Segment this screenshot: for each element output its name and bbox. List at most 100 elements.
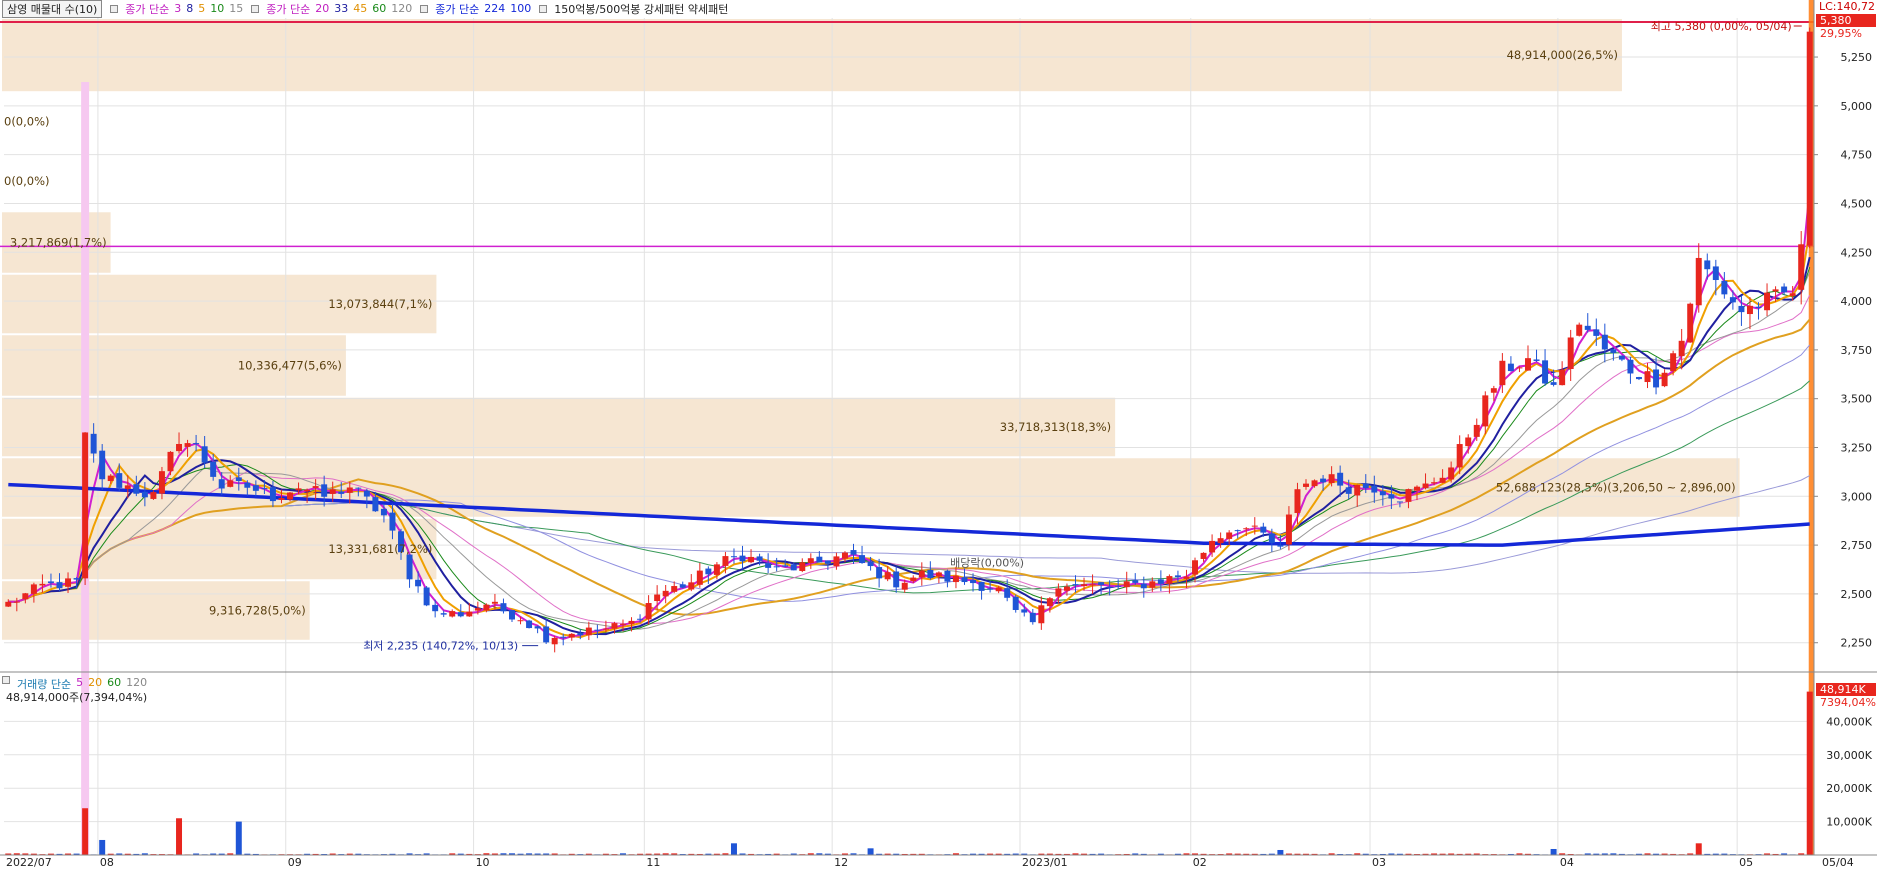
ma1-period-4: 15 — [229, 2, 244, 15]
candle-body — [457, 612, 464, 617]
candle-body — [65, 578, 72, 587]
candle-185 — [1584, 313, 1591, 333]
candle-body — [713, 564, 720, 575]
candle-171 — [1465, 434, 1472, 454]
candle-body — [278, 498, 285, 500]
candle-66 — [568, 633, 575, 641]
candle-body — [577, 633, 584, 636]
candle-body — [1396, 501, 1403, 503]
candle-body — [1115, 585, 1122, 587]
candle-62 — [534, 625, 541, 634]
candle-body — [1072, 584, 1079, 586]
ma-group-2[interactable]: 종가 단순 20 33 45 60 120 — [251, 1, 412, 17]
candle-body — [952, 575, 959, 583]
last-price-pct: 29,95% — [1820, 27, 1862, 40]
candle-body — [389, 512, 396, 531]
candle-93 — [799, 558, 806, 573]
candle-body — [321, 484, 328, 497]
candle-body — [440, 613, 447, 615]
candle-body — [1277, 544, 1284, 547]
candle-body — [1192, 560, 1199, 575]
candle-body — [782, 565, 789, 567]
candle-body — [1200, 552, 1207, 559]
price-tick-label-8: 3,250 — [1841, 441, 1873, 454]
candle-104 — [893, 566, 900, 593]
candle-body — [1012, 596, 1019, 610]
candle-body — [141, 491, 148, 498]
candle-body — [722, 556, 729, 566]
candle-61 — [526, 619, 533, 629]
candle-body — [269, 487, 276, 502]
ma3-period-1: 100 — [510, 2, 532, 15]
candle-body — [1439, 477, 1446, 483]
candle-body — [824, 560, 831, 564]
candle-body — [935, 572, 942, 577]
price-tick-label-7: 3,500 — [1841, 393, 1873, 406]
candle-body — [466, 611, 473, 617]
candle-59 — [509, 609, 515, 622]
candle-body — [534, 626, 541, 629]
candle-body — [406, 554, 413, 580]
candle-body — [970, 580, 977, 584]
candle-204 — [1746, 297, 1753, 330]
candle-body — [1542, 360, 1549, 384]
candle-body — [193, 443, 200, 445]
candle-body — [474, 608, 481, 611]
candle-body — [1738, 305, 1745, 313]
candle-body — [1422, 483, 1429, 489]
price-legend: 삼영 매물대 수(10) 종가 단순 3 8 5 10 15 종가 단순 20 … — [2, 0, 728, 18]
volume-band-label-7: 52,688,123(28,5%)(3,206,50 ~ 2,896,00) — [1496, 481, 1736, 495]
candle-94 — [807, 553, 814, 569]
candle-body — [252, 485, 259, 491]
last-volume-pct: 7394,04% — [1820, 696, 1876, 709]
candle-body — [1038, 605, 1045, 624]
indicator-title[interactable]: 삼영 매물대 수(10) — [2, 0, 103, 18]
candle-body — [1670, 353, 1677, 372]
chart-labels: 48,914,000(26,5%) 0(0,0%) 0(0,0%) 3,217,869… — [4, 14, 1876, 709]
candle-107 — [918, 562, 925, 586]
candle-body — [56, 582, 63, 589]
candle-body — [73, 578, 80, 580]
time-tick-label-10: 05 — [1739, 856, 1753, 869]
candle-body — [876, 567, 883, 579]
candle-body — [304, 489, 311, 492]
candle-body — [1414, 486, 1420, 491]
ma-group-3[interactable]: 종가 단순 224 100 — [420, 1, 531, 17]
ma2-label: 종가 단순 — [266, 2, 311, 16]
candle-79 — [679, 581, 686, 589]
candle-body — [730, 556, 737, 558]
candle-body — [705, 568, 712, 575]
candle-body — [1004, 588, 1011, 598]
candle-body — [1354, 484, 1361, 496]
volume-info: 48,914,000주(7,394,04%) — [6, 691, 148, 704]
candle-9 — [82, 432, 89, 585]
volume-bar-211 — [1806, 691, 1813, 855]
candle-89 — [765, 553, 772, 574]
candle-body — [1721, 280, 1728, 295]
candle-body — [1123, 581, 1130, 588]
price-tick-label-5: 4,000 — [1841, 295, 1873, 308]
volume-band-label-8: 13,331,681(7,2%) — [328, 542, 432, 556]
candle-body — [218, 479, 225, 489]
candle-body — [1593, 329, 1600, 336]
pattern-group[interactable]: 150억봉/500억봉 강세패턴 약세패턴 — [539, 1, 728, 17]
candle-body — [619, 623, 626, 625]
candle-body — [1243, 528, 1250, 530]
candle-body — [1781, 286, 1788, 293]
candle-body — [1285, 514, 1292, 545]
candle-body — [1320, 478, 1327, 483]
candle-47 — [406, 554, 413, 588]
candle-body — [833, 556, 840, 567]
time-tick-label-7: 02 — [1193, 856, 1207, 869]
candle-body — [585, 627, 592, 636]
ma-group-1[interactable]: 종가 단순 3 8 5 10 15 — [110, 1, 243, 17]
candle-body — [773, 566, 780, 568]
candle-body — [1362, 483, 1369, 489]
price-tick-label-12: 2,250 — [1841, 637, 1873, 650]
candle-body — [1764, 292, 1771, 311]
candle-206 — [1764, 283, 1771, 317]
candle-body — [1268, 533, 1275, 543]
candle-183 — [1567, 329, 1574, 382]
candle-body — [150, 492, 157, 499]
candle-body — [380, 508, 387, 516]
